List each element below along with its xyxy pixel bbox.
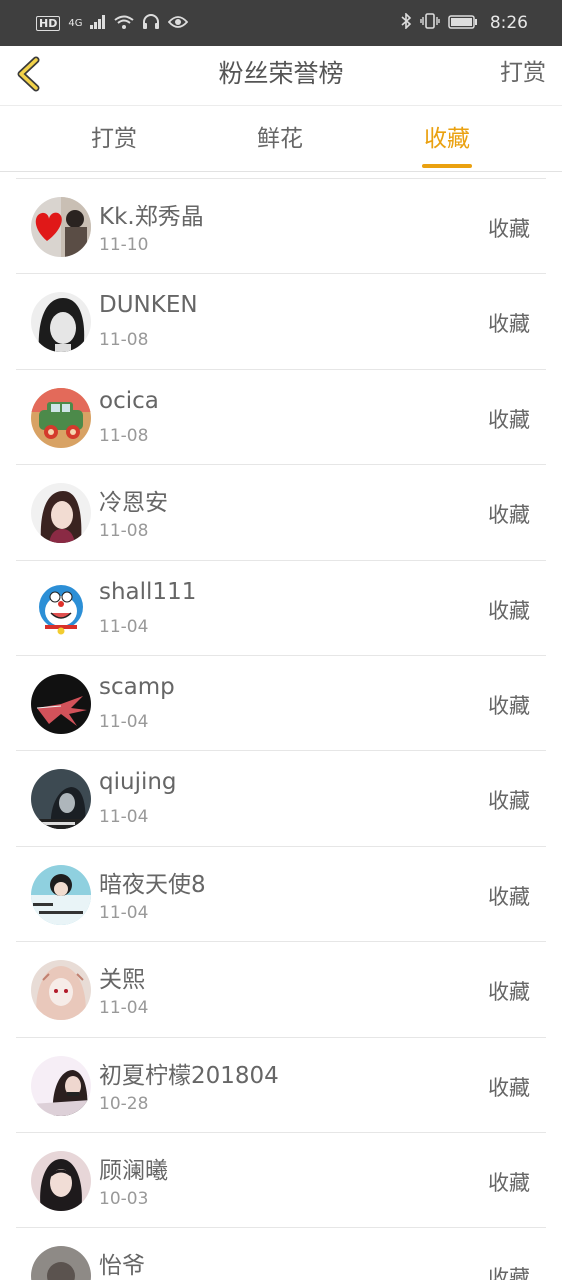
headphones-icon (142, 13, 160, 33)
avatar (31, 292, 91, 353)
status-right: 8:26 (400, 12, 528, 33)
eye-icon (168, 14, 189, 33)
list-item[interactable]: qiujing 11-04 收藏 (16, 751, 546, 847)
user-name: 暗夜天使8 (99, 871, 206, 898)
clock: 8:26 (489, 13, 528, 33)
user-name: DUNKEN (99, 292, 198, 319)
user-name: shall111 (99, 578, 197, 605)
list-item[interactable]: 暗夜天使8 11-04 收藏 (16, 847, 546, 943)
fan-list[interactable]: Kk.郑秀晶 11-10 收藏 DUNKEN 11-08 收藏 ocica 11… (16, 178, 546, 1280)
item-action-label: 收藏 (488, 407, 530, 432)
item-action-label: 收藏 (488, 1266, 530, 1280)
user-name: 怡爷 (99, 1253, 145, 1280)
list-item[interactable]: 初夏柠檬201804 10-28 收藏 (16, 1038, 546, 1133)
avatar (31, 1246, 91, 1280)
list-item[interactable]: DUNKEN 11-08 收藏 (16, 274, 546, 370)
tab-bar: 打赏 鲜花 收藏 (0, 106, 562, 172)
wifi-icon (114, 14, 135, 33)
avatar (31, 578, 91, 639)
tab-flowers[interactable]: 鲜花 (220, 106, 340, 172)
battery-icon (448, 14, 478, 33)
item-date: 11-04 (99, 711, 149, 732)
avatar (31, 387, 91, 448)
user-name: Kk.郑秀晶 (99, 204, 204, 230)
avatar (31, 197, 91, 257)
item-action-label: 收藏 (488, 789, 530, 814)
item-action-label: 收藏 (488, 312, 530, 337)
item-date: 11-08 (99, 521, 149, 542)
signal-icon (90, 14, 106, 33)
avatar (31, 1150, 91, 1211)
item-date: 10-03 (99, 1188, 149, 1209)
avatar (31, 960, 91, 1021)
user-name: 初夏柠檬201804 (99, 1062, 279, 1089)
item-action-label: 收藏 (488, 1170, 530, 1195)
user-name: qiujing (99, 769, 177, 796)
user-name: 顾澜曦 (99, 1157, 168, 1184)
user-name: ocica (99, 387, 159, 414)
avatar (31, 864, 91, 925)
item-action-label: 收藏 (488, 1075, 530, 1100)
list-item[interactable]: Kk.郑秀晶 11-10 收藏 (16, 179, 546, 275)
list-item[interactable]: ocica 11-08 收藏 (16, 370, 546, 466)
item-action-label: 收藏 (488, 598, 530, 623)
item-action-label: 收藏 (488, 503, 530, 528)
list-item[interactable]: 怡爷 收藏 (16, 1228, 546, 1280)
avatar (31, 769, 91, 830)
list-item[interactable]: shall111 11-04 收藏 (16, 561, 546, 656)
item-date: 11-04 (99, 998, 149, 1019)
tab-favorites[interactable]: 收藏 (387, 106, 507, 172)
list-item[interactable]: 顾澜曦 10-03 收藏 (16, 1133, 546, 1229)
list-item[interactable]: 冷恩安 11-08 收藏 (16, 465, 546, 561)
item-action-label: 收藏 (488, 217, 530, 241)
item-action-label: 收藏 (488, 884, 530, 909)
item-action-label: 收藏 (488, 693, 530, 718)
user-name: scamp (99, 673, 175, 700)
item-action-label: 收藏 (488, 980, 530, 1005)
list-item[interactable]: scamp 11-04 收藏 (16, 656, 546, 752)
item-date: 10-28 (99, 1093, 149, 1114)
nav-bar: 粉丝荣誉榜 打赏 (0, 46, 562, 106)
vibrate-icon (420, 13, 440, 33)
avatar (31, 483, 91, 544)
status-left: HD 4G (36, 13, 189, 33)
reward-button[interactable]: 打赏 (500, 46, 546, 106)
avatar (31, 673, 91, 734)
network-label: 4G (68, 17, 83, 29)
list-item[interactable]: 关熙 11-04 收藏 (16, 942, 546, 1038)
item-date: 11-04 (99, 807, 149, 828)
page-title: 粉丝荣誉榜 (218, 59, 344, 88)
avatar (31, 1055, 91, 1116)
item-date: 11-08 (99, 425, 149, 446)
item-date: 11-04 (99, 902, 149, 923)
user-name: 冷恩安 (99, 490, 168, 517)
bluetooth-icon (400, 12, 412, 33)
item-date: 11-08 (99, 330, 149, 351)
item-date: 11-04 (99, 616, 149, 637)
active-tab-indicator (422, 164, 472, 168)
status-bar: HD 4G 8:26 (0, 0, 562, 46)
user-name: 关熙 (99, 967, 145, 994)
item-date: 11-10 (99, 235, 149, 255)
hd-badge: HD (36, 15, 61, 31)
tab-reward[interactable]: 打赏 (54, 106, 174, 172)
